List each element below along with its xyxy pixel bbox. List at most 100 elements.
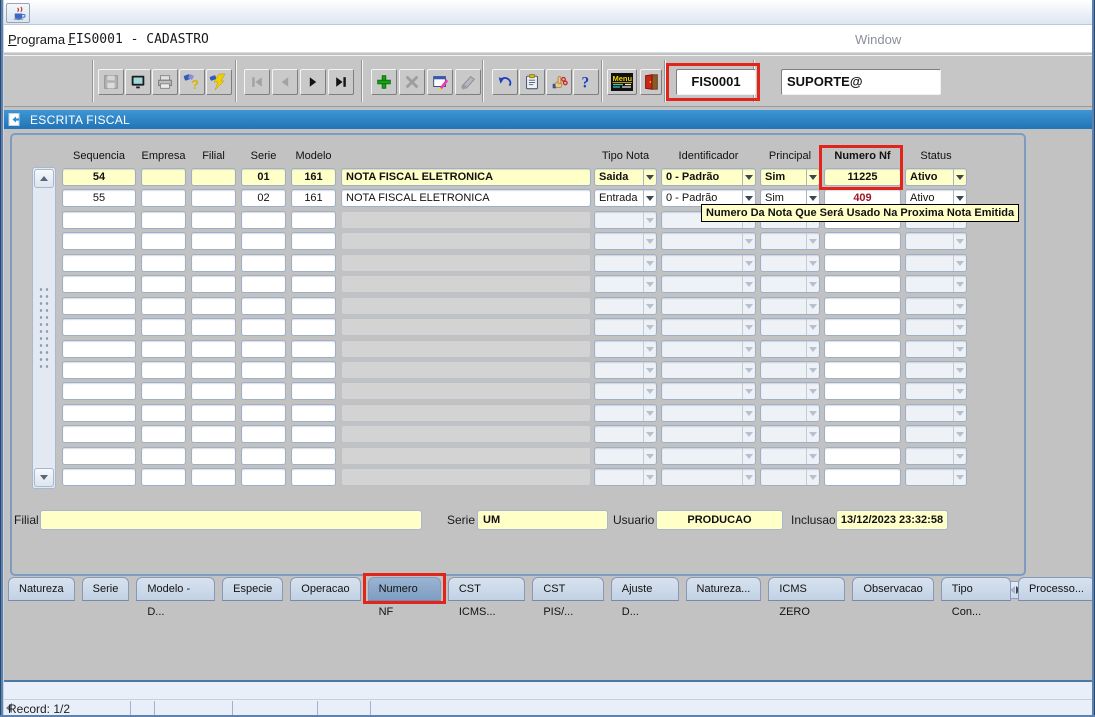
cell-empresa[interactable] (141, 340, 186, 358)
print-button[interactable] (152, 69, 178, 95)
tab-natureza[interactable]: Natureza (8, 577, 75, 601)
cell-filial[interactable] (191, 425, 236, 443)
cell-status[interactable] (905, 340, 967, 358)
cell-numero-nf[interactable] (824, 447, 901, 465)
menu-program-title[interactable]: FIS0001 - CADASTRO (68, 32, 209, 47)
cell-descricao[interactable] (341, 425, 591, 443)
program-code-field[interactable]: FIS0001 (676, 69, 756, 95)
cell-filial[interactable] (191, 340, 236, 358)
cell-modelo[interactable] (291, 382, 336, 400)
cell-empresa[interactable] (141, 404, 186, 422)
cell-modelo[interactable] (291, 275, 336, 293)
cell-tipo-nota[interactable] (594, 382, 657, 400)
cell-descricao[interactable] (341, 232, 591, 250)
scroll-up-icon[interactable] (34, 169, 54, 188)
cell-descricao[interactable] (341, 382, 591, 400)
cell-sequencia[interactable] (62, 361, 136, 379)
tab-modelo-d[interactable]: Modelo - D... (136, 577, 215, 601)
cell-filial[interactable] (191, 447, 236, 465)
tab-operacao[interactable]: Operacao (290, 577, 360, 601)
cell-tipo-nota[interactable] (594, 404, 657, 422)
tab-processo[interactable]: Processo... (1018, 577, 1095, 601)
cell-serie[interactable] (241, 468, 286, 486)
execute-query-button[interactable] (206, 69, 232, 95)
cell-modelo[interactable] (291, 318, 336, 336)
undo-button[interactable] (492, 69, 518, 95)
delete-record-button[interactable] (399, 69, 425, 95)
cell-empresa[interactable] (141, 189, 186, 207)
cell-sequencia[interactable] (62, 468, 136, 486)
cell-empresa[interactable] (141, 297, 186, 315)
cell-serie[interactable] (241, 232, 286, 250)
serie-field[interactable]: UM (477, 510, 608, 530)
cell-tipo-nota[interactable]: Saida (594, 168, 657, 186)
cell-empresa[interactable] (141, 468, 186, 486)
cell-serie[interactable] (241, 318, 286, 336)
cell-descricao[interactable] (341, 211, 591, 229)
cell-status[interactable] (905, 297, 967, 315)
cell-identificador[interactable] (661, 361, 756, 379)
record-scrollbar[interactable] (32, 167, 56, 489)
cell-modelo[interactable] (291, 425, 336, 443)
cell-status[interactable] (905, 254, 967, 272)
cell-filial[interactable] (191, 168, 236, 186)
insert-record-button[interactable] (371, 69, 397, 95)
cell-numero-nf[interactable] (824, 275, 901, 293)
cell-modelo[interactable] (291, 297, 336, 315)
cell-tipo-nota[interactable] (594, 468, 657, 486)
cell-sequencia[interactable] (62, 211, 136, 229)
tab-tipo-con[interactable]: Tipo Con... (941, 577, 1011, 601)
cell-numero-nf[interactable] (824, 468, 901, 486)
cell-identificador[interactable] (661, 447, 756, 465)
cell-identificador[interactable] (661, 382, 756, 400)
cell-tipo-nota[interactable] (594, 232, 657, 250)
cell-tipo-nota[interactable] (594, 275, 657, 293)
menu-window[interactable]: Window (855, 32, 901, 47)
clear-record-button[interactable] (455, 69, 481, 95)
cell-status[interactable] (905, 382, 967, 400)
cell-modelo[interactable] (291, 340, 336, 358)
enter-query-button[interactable]: ? (179, 69, 205, 95)
user-field[interactable]: SUPORTE@ (781, 69, 941, 95)
cell-filial[interactable] (191, 232, 236, 250)
edit-record-button[interactable] (427, 69, 453, 95)
last-record-button[interactable] (328, 69, 354, 95)
cell-tipo-nota[interactable] (594, 318, 657, 336)
cell-principal[interactable] (760, 447, 820, 465)
cell-filial[interactable] (191, 318, 236, 336)
cell-sequencia[interactable] (62, 318, 136, 336)
cell-modelo[interactable] (291, 447, 336, 465)
cell-identificador[interactable] (661, 275, 756, 293)
cell-status[interactable] (905, 318, 967, 336)
filial-field[interactable] (40, 510, 422, 530)
cell-filial[interactable] (191, 297, 236, 315)
cell-numero-nf[interactable] (824, 318, 901, 336)
cell-tipo-nota[interactable] (594, 361, 657, 379)
cell-principal[interactable] (760, 468, 820, 486)
cell-filial[interactable] (191, 254, 236, 272)
cell-descricao[interactable] (341, 275, 591, 293)
cell-serie[interactable] (241, 211, 286, 229)
cell-tipo-nota[interactable]: Entrada (594, 189, 657, 207)
cell-descricao[interactable] (341, 340, 591, 358)
cell-descricao[interactable] (341, 361, 591, 379)
tab-cst-icms[interactable]: CST ICMS... (448, 577, 526, 601)
cell-filial[interactable] (191, 404, 236, 422)
cell-sequencia[interactable] (62, 404, 136, 422)
cell-filial[interactable] (191, 361, 236, 379)
cell-identificador[interactable]: 0 - Padrão (661, 168, 756, 186)
cell-filial[interactable] (191, 382, 236, 400)
cell-identificador[interactable] (661, 340, 756, 358)
cell-status[interactable] (905, 425, 967, 443)
scrollbar-thumb[interactable] (38, 286, 50, 368)
cell-descricao[interactable]: NOTA FISCAL ELETRONICA (341, 189, 591, 207)
cell-sequencia[interactable] (62, 382, 136, 400)
cell-principal[interactable] (760, 340, 820, 358)
cell-modelo[interactable]: 161 (291, 189, 336, 207)
cell-modelo[interactable] (291, 254, 336, 272)
cell-principal[interactable] (760, 297, 820, 315)
cell-status[interactable] (905, 468, 967, 486)
tab-ajuste-d[interactable]: Ajuste D... (611, 577, 679, 601)
keys-button[interactable] (546, 69, 572, 95)
menu-button[interactable]: Menu (607, 69, 637, 95)
